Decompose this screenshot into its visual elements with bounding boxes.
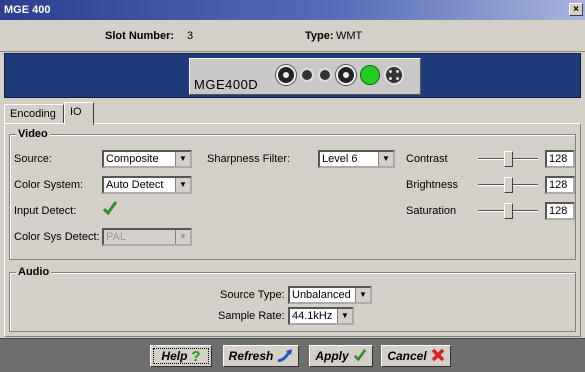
slider-thumb[interactable] bbox=[504, 151, 513, 167]
red-x-icon bbox=[431, 348, 445, 365]
cancel-button[interactable]: Cancel bbox=[381, 345, 451, 367]
chevron-down-icon: ▼ bbox=[337, 309, 352, 323]
sample-rate-value: 44.1kHz bbox=[292, 310, 333, 322]
info-bar: Slot Number: 3 Type: WMT bbox=[0, 20, 585, 52]
color-system-label: Color System: bbox=[14, 179, 84, 191]
slot-number-value: 3 bbox=[187, 30, 194, 42]
color-system-select[interactable]: Auto Detect ▼ bbox=[102, 176, 192, 194]
window-title: MGE 400 bbox=[4, 4, 51, 16]
sharpness-filter-select[interactable]: Level 6 ▼ bbox=[318, 150, 395, 168]
color-sys-detect-label: Color Sys Detect: bbox=[14, 231, 100, 243]
device-name: MGE400D bbox=[194, 77, 259, 92]
io-panel: Video Source: Composite ▼ Color System: … bbox=[4, 123, 581, 337]
source-label: Source: bbox=[14, 153, 52, 165]
chevron-down-icon: ▼ bbox=[175, 230, 190, 244]
slider-thumb[interactable] bbox=[504, 177, 513, 193]
contrast-slider[interactable] bbox=[478, 150, 538, 168]
sharpness-filter-value: Level 6 bbox=[322, 153, 358, 165]
saturation-value: 128 bbox=[549, 205, 568, 217]
brightness-slider[interactable] bbox=[478, 176, 538, 194]
button-bar: Help ? Refresh Apply Cancel bbox=[0, 338, 585, 372]
source-type-select[interactable]: Unbalanced ▼ bbox=[288, 286, 372, 304]
source-value: Composite bbox=[106, 153, 159, 165]
source-select[interactable]: Composite ▼ bbox=[102, 150, 192, 168]
slot-number-label: Slot Number: bbox=[105, 30, 175, 42]
chevron-down-icon: ▼ bbox=[378, 152, 393, 166]
contrast-input[interactable]: 128 bbox=[545, 150, 575, 168]
jack-connector-icon-2 bbox=[318, 68, 332, 82]
sample-rate-label: Sample Rate: bbox=[218, 310, 285, 322]
video-legend: Video bbox=[16, 128, 50, 140]
refresh-button[interactable]: Refresh bbox=[223, 345, 299, 367]
saturation-input[interactable]: 128 bbox=[545, 202, 575, 220]
contrast-value: 128 bbox=[549, 153, 568, 165]
checkmark-icon bbox=[102, 200, 118, 219]
brightness-value: 128 bbox=[549, 179, 568, 191]
source-type-value: Unbalanced bbox=[292, 289, 351, 301]
status-led-icon bbox=[360, 65, 380, 85]
type-value: WMT bbox=[336, 30, 363, 42]
tab-io-label: IO bbox=[70, 106, 82, 118]
input-detect-label: Input Detect: bbox=[14, 205, 77, 217]
saturation-label: Saturation bbox=[406, 205, 457, 217]
video-group: Video Source: Composite ▼ Color System: … bbox=[9, 128, 576, 260]
device-banner: MGE400D bbox=[4, 53, 581, 98]
tab-io[interactable]: IO bbox=[64, 102, 94, 125]
brightness-input[interactable]: 128 bbox=[545, 176, 575, 194]
checkmark-icon bbox=[353, 348, 367, 365]
refresh-arrow-icon bbox=[277, 348, 293, 365]
tab-strip: Encoding IO bbox=[4, 102, 581, 125]
sharpness-filter-label: Sharpness Filter: bbox=[207, 153, 291, 165]
saturation-slider[interactable] bbox=[478, 202, 538, 220]
contrast-label: Contrast bbox=[406, 153, 448, 165]
jack-connector-icon bbox=[300, 68, 314, 82]
tab-encoding-label: Encoding bbox=[10, 108, 56, 120]
close-icon: × bbox=[573, 4, 579, 15]
audio-group: Audio Source Type: Unbalanced ▼ Sample R… bbox=[9, 266, 576, 332]
color-sys-detect-select: PAL ▼ bbox=[102, 228, 192, 246]
tab-encoding[interactable]: Encoding bbox=[4, 104, 64, 124]
title-bar: MGE 400 × bbox=[0, 0, 585, 20]
brightness-label: Brightness bbox=[406, 179, 458, 191]
question-icon: ? bbox=[191, 347, 201, 365]
cancel-button-label: Cancel bbox=[387, 349, 427, 363]
refresh-button-label: Refresh bbox=[228, 349, 274, 363]
slider-thumb[interactable] bbox=[504, 203, 513, 219]
bnc-connector-icon-2 bbox=[336, 65, 356, 85]
type-label: Type: bbox=[305, 30, 334, 42]
device-faceplate: MGE400D bbox=[189, 58, 421, 95]
audio-legend: Audio bbox=[16, 266, 52, 278]
help-button[interactable]: Help ? bbox=[150, 345, 212, 367]
source-type-label: Source Type: bbox=[220, 289, 285, 301]
chevron-down-icon: ▼ bbox=[355, 288, 370, 302]
close-button[interactable]: × bbox=[569, 3, 583, 16]
color-sys-detect-value: PAL bbox=[106, 231, 126, 243]
svideo-connector-icon bbox=[384, 65, 404, 85]
apply-button-label: Apply bbox=[315, 349, 349, 363]
apply-button[interactable]: Apply bbox=[309, 345, 373, 367]
chevron-down-icon: ▼ bbox=[175, 178, 190, 192]
sample-rate-select[interactable]: 44.1kHz ▼ bbox=[288, 307, 354, 325]
bnc-connector-icon bbox=[276, 65, 296, 85]
color-system-value: Auto Detect bbox=[106, 179, 164, 191]
chevron-down-icon: ▼ bbox=[175, 152, 190, 166]
help-button-label: Help bbox=[161, 349, 188, 363]
